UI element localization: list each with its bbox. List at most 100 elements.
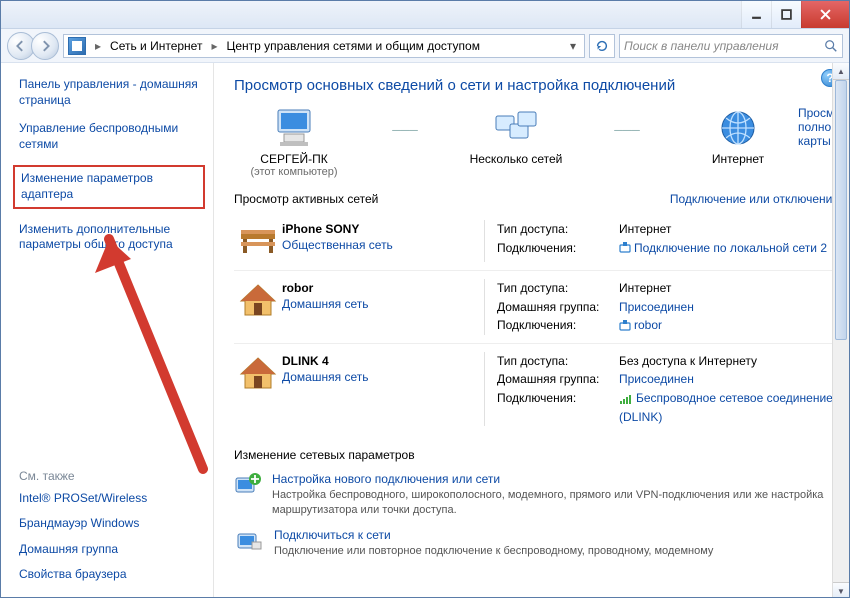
control-panel-window: ▸ Сеть и Интернет ▸ Центр управления сет… bbox=[0, 0, 850, 598]
map-node-sublabel: (этот компьютер) bbox=[250, 166, 337, 178]
scroll-down-icon[interactable]: ▼ bbox=[833, 582, 849, 598]
minimize-button[interactable] bbox=[741, 1, 771, 28]
close-button[interactable] bbox=[801, 1, 849, 28]
see-also-homegroup-link[interactable]: Домашняя группа bbox=[19, 542, 201, 558]
window-titlebar bbox=[1, 1, 849, 29]
sidebar-adapter-settings-link[interactable]: Изменение параметров адаптера bbox=[13, 165, 205, 208]
body: Панель управления - домашняя страница Уп… bbox=[1, 63, 849, 598]
sidebar-wireless-link[interactable]: Управление беспроводными сетями bbox=[19, 121, 201, 152]
breadcrumb-sep-icon: ▸ bbox=[92, 39, 104, 53]
see-also-firewall-link[interactable]: Брандмауэр Windows bbox=[19, 516, 201, 532]
map-node-label: СЕРГЕЙ-ПК bbox=[260, 152, 327, 166]
task-item: Настройка нового подключения или сети Нас… bbox=[234, 468, 839, 524]
network-name: robor bbox=[282, 281, 484, 295]
task-link[interactable]: Подключиться к сети bbox=[274, 528, 713, 542]
refresh-button[interactable] bbox=[589, 34, 615, 58]
maximize-button[interactable] bbox=[771, 1, 801, 28]
map-node-multi: Несколько сетей bbox=[456, 106, 576, 166]
breadcrumb-part[interactable]: Сеть и Интернет bbox=[110, 39, 202, 53]
forward-button[interactable] bbox=[31, 32, 59, 60]
network-type-link[interactable]: Домашняя сеть bbox=[282, 297, 484, 311]
multi-network-icon bbox=[492, 106, 540, 150]
active-networks-header: Просмотр активных сетей Подключение или … bbox=[234, 192, 839, 206]
network-row: DLINK 4Домашняя сетьТип доступа:Без дост… bbox=[234, 343, 839, 434]
connect-disconnect-link[interactable]: Подключение или отключение bbox=[670, 192, 839, 206]
map-node-internet: Интернет bbox=[678, 106, 798, 166]
sidebar-home-link[interactable]: Панель управления - домашняя страница bbox=[19, 77, 201, 108]
map-node-this-pc: СЕРГЕЙ-ПК (этот компьютер) bbox=[234, 106, 354, 178]
computer-icon bbox=[270, 106, 318, 150]
property-key: Подключения: bbox=[497, 316, 615, 335]
see-also-browser-link[interactable]: Свойства браузера bbox=[19, 567, 201, 583]
active-networks-title: Просмотр активных сетей bbox=[234, 192, 378, 206]
network-property: Подключения:robor bbox=[497, 316, 839, 335]
network-property: Тип доступа:Интернет bbox=[497, 220, 839, 239]
tasks-list: Настройка нового подключения или сети Нас… bbox=[234, 468, 839, 565]
globe-icon bbox=[716, 106, 760, 150]
house-icon bbox=[234, 352, 282, 426]
network-property: Домашняя группа:Присоединен bbox=[497, 298, 839, 317]
scroll-thumb[interactable] bbox=[835, 80, 847, 340]
property-value-link[interactable]: Беспроводное сетевое соединение (DLINK) bbox=[619, 389, 839, 426]
property-value: Без доступа к Интернету bbox=[619, 352, 839, 371]
property-value-link[interactable]: Присоединен bbox=[619, 298, 839, 317]
property-value-link[interactable]: Подключение по локальной сети 2 bbox=[619, 239, 839, 258]
address-dropdown-icon[interactable]: ▾ bbox=[566, 39, 580, 53]
task-link[interactable]: Настройка нового подключения или сети bbox=[272, 472, 839, 486]
nav-buttons bbox=[7, 32, 59, 60]
search-input[interactable]: Поиск в панели управления bbox=[619, 34, 843, 58]
task-desc: Настройка беспроводного, широкополосного… bbox=[272, 488, 839, 518]
task-item: Подключиться к сетиПодключение или повто… bbox=[234, 524, 839, 565]
property-key: Домашняя группа: bbox=[497, 298, 615, 317]
bench-icon bbox=[234, 220, 282, 262]
network-name: iPhone SONY bbox=[282, 222, 484, 236]
network-property: Тип доступа:Интернет bbox=[497, 279, 839, 298]
network-row: roborДомашняя сетьТип доступа:ИнтернетДо… bbox=[234, 270, 839, 343]
map-node-label: Интернет bbox=[712, 152, 764, 166]
network-props: Тип доступа:ИнтернетДомашняя группа:Прис… bbox=[484, 279, 839, 335]
vertical-scrollbar[interactable]: ▲ ▼ bbox=[832, 63, 849, 598]
network-props: Тип доступа:Без доступа к ИнтернетуДомаш… bbox=[484, 352, 839, 426]
change-settings-title: Изменение сетевых параметров bbox=[234, 448, 839, 462]
network-info: DLINK 4 Домашняя сеть bbox=[282, 352, 484, 426]
network-property: Подключения:Подключение по локальной сет… bbox=[497, 239, 839, 258]
map-node-label: Несколько сетей bbox=[470, 152, 563, 166]
property-value-link[interactable]: Присоединен bbox=[619, 370, 839, 389]
network-property: Подключения:Беспроводное сетевое соедине… bbox=[497, 389, 839, 426]
breadcrumb-part[interactable]: Центр управления сетями и общим доступом bbox=[226, 39, 480, 53]
property-key: Домашняя группа: bbox=[497, 370, 615, 389]
sidebar-sharing-link[interactable]: Изменить дополнительные параметры общего… bbox=[19, 222, 201, 253]
page-title: Просмотр основных сведений о сети и наст… bbox=[234, 77, 839, 94]
house-icon bbox=[234, 279, 282, 335]
network-property: Домашняя группа:Присоединен bbox=[497, 370, 839, 389]
breadcrumb-sep-icon: ▸ bbox=[208, 39, 220, 53]
wifi-signal-icon bbox=[619, 393, 633, 405]
ethernet-icon bbox=[619, 320, 631, 332]
content-area: ? Просмотр основных сведений о сети и на… bbox=[214, 63, 849, 598]
property-key: Тип доступа: bbox=[497, 279, 615, 298]
map-link-line-icon: ─── bbox=[388, 106, 422, 154]
property-key: Подключения: bbox=[497, 239, 615, 258]
ethernet-icon bbox=[619, 242, 631, 254]
network-map-row: СЕРГЕЙ-ПК (этот компьютер) ─── Несколько… bbox=[234, 106, 839, 178]
see-also-proset-link[interactable]: Intel® PROSet/Wireless bbox=[19, 491, 201, 507]
network-type-link[interactable]: Общественная сеть bbox=[282, 238, 484, 252]
task-body: Подключиться к сетиПодключение или повто… bbox=[274, 528, 713, 559]
network-info: robor Домашняя сеть bbox=[282, 279, 484, 335]
address-box[interactable]: ▸ Сеть и Интернет ▸ Центр управления сет… bbox=[63, 34, 585, 58]
property-value: Интернет bbox=[619, 279, 839, 298]
active-networks-list: iPhone SONYОбщественная сетьТип доступа:… bbox=[234, 212, 839, 434]
search-placeholder: Поиск в панели управления bbox=[624, 39, 779, 53]
network-type-link[interactable]: Домашняя сеть bbox=[282, 370, 484, 384]
connect-network-icon bbox=[234, 528, 264, 554]
new-connection-icon bbox=[234, 472, 262, 498]
network-name: DLINK 4 bbox=[282, 354, 484, 368]
network-property: Тип доступа:Без доступа к Интернету bbox=[497, 352, 839, 371]
property-value-link[interactable]: robor bbox=[619, 316, 839, 335]
sidebar: Панель управления - домашняя страница Уп… bbox=[1, 63, 214, 598]
property-value: Интернет bbox=[619, 220, 839, 239]
scroll-up-icon[interactable]: ▲ bbox=[833, 63, 849, 80]
network-row: iPhone SONYОбщественная сетьТип доступа:… bbox=[234, 212, 839, 270]
network-props: Тип доступа:ИнтернетПодключения:Подключе… bbox=[484, 220, 839, 262]
property-key: Подключения: bbox=[497, 389, 615, 426]
